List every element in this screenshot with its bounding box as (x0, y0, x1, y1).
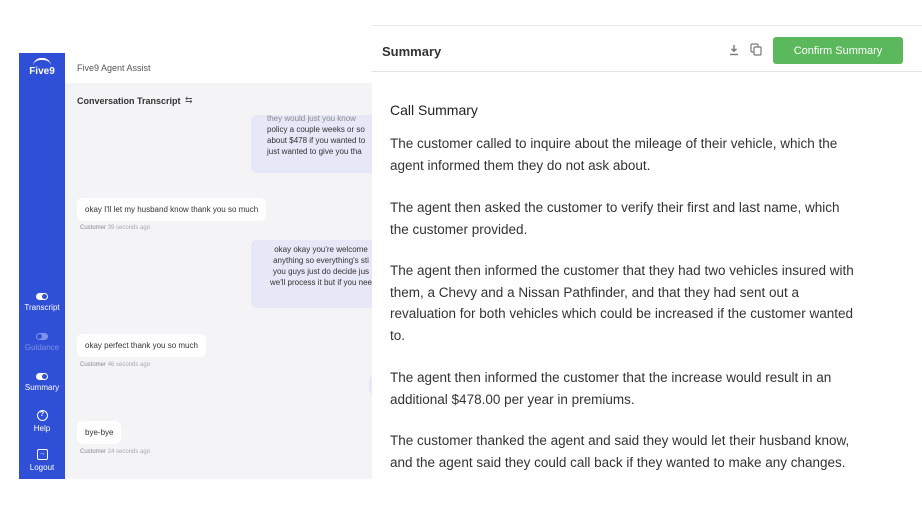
sidebar-item-label: Logout (29, 463, 55, 472)
sidebar-item-label: Guidance (24, 343, 60, 352)
toggle-on-icon (36, 293, 48, 300)
sidebar-item-label: Summary (24, 383, 60, 392)
sidebar-item-guidance: Guidance (19, 333, 65, 352)
summary-paragraph: The agent then asked the customer to ver… (390, 200, 840, 237)
five9-logo: Five9 (29, 66, 55, 77)
app-header: Five9 Agent Assist (65, 53, 373, 83)
message-meta: Customer 39 seconds ago (80, 225, 150, 231)
help-icon: ? (36, 410, 48, 421)
customer-message: okay perfect thank you so much (77, 334, 206, 357)
sidebar-item-summary[interactable]: Summary (19, 373, 65, 392)
summary-title: Summary (382, 44, 442, 59)
copy-icon[interactable] (750, 43, 762, 56)
message-text: okay I'll let my husband know thank you … (85, 205, 259, 214)
summary-paragraph: The agent then informed the customer tha… (390, 263, 854, 343)
sidebar: Five9 Transcript Guidance Summary ? Help… (19, 53, 65, 479)
sidebar-item-label: Transcript (24, 303, 60, 312)
transcript-title: Conversation Transcript (77, 96, 181, 106)
summary-paragraph: The customer thanked the agent and said … (390, 433, 850, 470)
message-line: policy a couple weeks or so (267, 125, 365, 134)
toggle-on-icon (36, 373, 48, 380)
message-time: 39 seconds ago (107, 225, 151, 231)
sidebar-item-label: Help (33, 424, 51, 433)
summary-paragraph: The agent then informed the customer tha… (390, 370, 832, 407)
call-summary-heading: Call Summary (390, 102, 478, 118)
toggle-off-icon (36, 333, 48, 340)
message-line: you guys just do decide jus (272, 267, 370, 276)
message-time: 46 seconds ago (107, 362, 151, 368)
message-text: okay perfect thank you so much (85, 341, 198, 350)
message-line: they would just you know (267, 114, 356, 123)
customer-message: okay I'll let my husband know thank you … (77, 198, 267, 221)
message-line: we'll process it but if you nee (269, 278, 373, 287)
sidebar-item-help[interactable]: ? Help (19, 410, 65, 433)
message-line: anything so everything's sti (273, 256, 369, 265)
download-icon[interactable] (729, 44, 739, 56)
agent-message: okay okay you're welcome anything so eve… (251, 240, 373, 308)
agent-message: they would just you know policy a couple… (251, 114, 373, 173)
summary-header: Summary Confirm Summary (372, 25, 922, 72)
summary-paragraph: The customer called to inquire about the… (390, 136, 838, 173)
refresh-icon[interactable]: ⇆ (185, 95, 193, 106)
message-speaker: Customer (80, 362, 107, 368)
sidebar-item-logout[interactable]: → Logout (19, 449, 65, 472)
confirm-summary-button[interactable]: Confirm Summary (773, 37, 903, 64)
message-line: okay okay you're welcome (274, 245, 368, 254)
agent-assist-app: Five9 Transcript Guidance Summary ? Help… (19, 53, 373, 479)
message-line: about $478 if you wanted to (267, 136, 366, 145)
message-line: just wanted to give you tha (267, 147, 362, 156)
message-time: 24 seconds ago (107, 449, 151, 455)
logout-icon: → (36, 449, 48, 460)
summary-panel: Summary Confirm Summary Call Summary The… (372, 25, 922, 511)
sidebar-item-transcript[interactable]: Transcript (19, 293, 65, 312)
message-speaker: Customer (80, 449, 107, 455)
message-meta: Customer 24 seconds ago (80, 449, 150, 455)
app-title: Five9 Agent Assist (77, 63, 151, 73)
message-speaker: Customer (80, 225, 107, 231)
message-text: bye-bye (85, 428, 114, 437)
message-meta: Customer 46 seconds ago (80, 362, 150, 368)
customer-message: bye-bye (77, 421, 122, 444)
